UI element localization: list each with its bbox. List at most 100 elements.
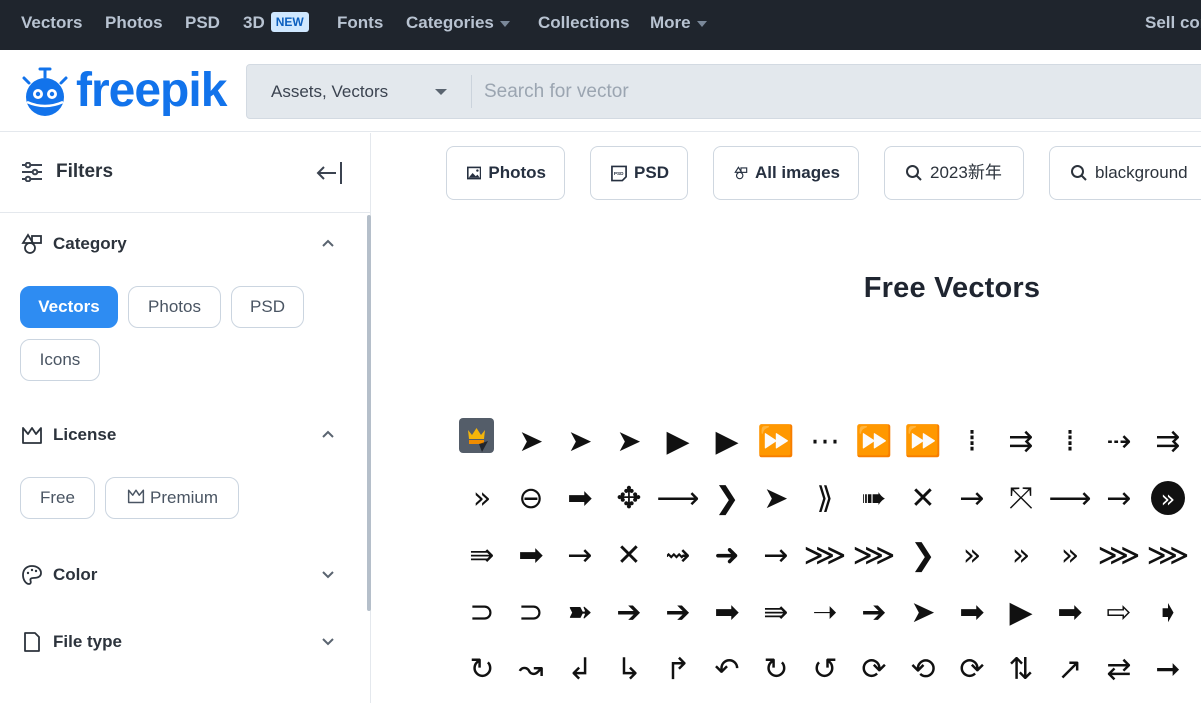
- arrow-glyph-icon: ⋙: [853, 538, 896, 573]
- search-input[interactable]: [472, 65, 1201, 118]
- double-chevron-icon: »: [1161, 485, 1176, 513]
- arrow-glyph-icon: ⇄: [1106, 652, 1131, 687]
- nav-collections[interactable]: Collections: [538, 0, 630, 46]
- file-icon: [24, 632, 40, 652]
- arrow-glyph-icon: ⤧: [1009, 481, 1033, 516]
- search-scope-select[interactable]: Assets, Vectors: [247, 65, 471, 118]
- chevron-up-icon: [322, 430, 334, 438]
- category-chip-photos[interactable]: Photos: [128, 286, 221, 328]
- nav-vectors-label: Vectors: [21, 13, 83, 32]
- license-chip-free[interactable]: Free: [20, 477, 95, 519]
- arrow-glyph-icon: ➡: [567, 481, 592, 516]
- related-pill-all-images[interactable]: All images: [713, 146, 859, 200]
- arrow-glyph-icon: ⏩: [757, 423, 794, 459]
- arrow-glyph-icon: ⋙: [1098, 538, 1141, 573]
- arrow-glyph-icon: ➜: [714, 538, 739, 573]
- filters-title: Filters: [56, 161, 114, 182]
- arrow-glyph-icon: ↳: [616, 652, 641, 687]
- result-thumbnail[interactable]: ➤➤➤▶▶⏩⋯⏩⏩⁞⇉⁞⇢⇉»⊖➡✥⟶❯➤⟫➠✕→⤧⟶→⏵⇛➡→✕⇝➜→⋙⋙❯»…: [458, 417, 1201, 707]
- arrow-glyph-icon: ↻: [469, 652, 494, 687]
- premium-crown-icon: [468, 428, 488, 452]
- nav-fonts[interactable]: Fonts: [337, 0, 383, 46]
- shapes-icon: [21, 233, 42, 254]
- arrow-glyph-icon: ⁞: [1065, 424, 1075, 459]
- chevron-up-icon: [322, 239, 334, 247]
- psd-icon: PSD: [611, 165, 627, 181]
- image-icon: [467, 166, 482, 180]
- arrow-glyph-icon: ↺: [812, 652, 837, 687]
- arrow-glyph-icon: ➡: [714, 595, 739, 630]
- nav-photos[interactable]: Photos: [105, 0, 163, 46]
- arrow-glyph-icon: ✕: [910, 481, 935, 516]
- nav-categories[interactable]: Categories: [406, 0, 510, 46]
- license-section-header[interactable]: License: [0, 421, 366, 451]
- file-type-label: File type: [53, 632, 122, 651]
- freepik-mascot-icon: [22, 67, 68, 116]
- category-chip-icons[interactable]: Icons: [20, 339, 100, 381]
- chevron-down-icon: [322, 638, 334, 646]
- arrow-glyph-icon: ⇛: [469, 538, 494, 573]
- license-chip-premium[interactable]: Premium: [105, 477, 239, 519]
- arrow-glyph-icon: ➤: [763, 481, 788, 516]
- top-navigation: Vectors Photos PSD 3D NEW Fonts Categorie…: [0, 0, 1201, 50]
- arrow-glyph-icon: ↝: [518, 652, 543, 687]
- nav-psd[interactable]: PSD: [185, 0, 220, 46]
- arrow-glyph-icon: ✥: [616, 481, 641, 516]
- pill-label: Photos: [488, 163, 546, 182]
- crown-icon: [22, 427, 42, 444]
- caret-down-icon: [499, 20, 510, 27]
- related-pill-search-blackground[interactable]: blackground: [1049, 146, 1201, 200]
- file-type-section-header[interactable]: File type: [0, 628, 366, 658]
- category-chip-psd[interactable]: PSD: [231, 286, 304, 328]
- nav-vectors[interactable]: Vectors: [21, 0, 82, 46]
- category-section-header[interactable]: Category: [0, 230, 366, 260]
- arrow-glyph-icon: ▶: [715, 424, 738, 459]
- arrow-glyph-icon: ⟳: [959, 652, 984, 687]
- nav-3d[interactable]: 3D NEW: [243, 0, 309, 46]
- arrow-glyph-icon: ➤: [518, 424, 543, 459]
- arrow-glyph-icon: ❯: [910, 538, 935, 573]
- arrow-glyph-icon: »: [1012, 538, 1030, 573]
- filters-header: Filters: [0, 133, 370, 213]
- search-icon: [906, 165, 922, 181]
- arrow-glyph-icon: ⏩: [855, 423, 892, 459]
- arrow-glyph-icon: ⇢: [1106, 424, 1131, 459]
- arrow-glyph-icon: ⋙: [1147, 538, 1190, 573]
- arrow-glyph-icon: ❯: [714, 481, 739, 516]
- arrow-glyph-icon: ⏩: [904, 423, 941, 459]
- category-chip-vectors[interactable]: Vectors: [20, 286, 118, 328]
- nav-more[interactable]: More: [650, 0, 707, 46]
- related-pill-photos[interactable]: Photos: [446, 146, 565, 200]
- arrow-glyph-icon: ➤: [616, 424, 641, 459]
- arrow-glyph-icon: ⇉: [1008, 424, 1033, 459]
- color-section-header[interactable]: Color: [0, 561, 366, 591]
- svg-text:PSD: PSD: [614, 170, 624, 175]
- sidebar-scrollbar[interactable]: [367, 215, 371, 611]
- shapes-icon: [734, 166, 748, 180]
- arrow-glyph-icon: ⋯: [810, 424, 840, 459]
- pill-label: All images: [754, 163, 840, 182]
- nav-sell-content[interactable]: Sell content: [1145, 0, 1201, 46]
- arrow-glyph-icon: ▶: [666, 424, 689, 459]
- arrow-glyph-icon: →: [959, 481, 984, 516]
- search-scope-value: Assets, Vectors: [271, 82, 389, 101]
- chip-label: Free: [40, 488, 75, 507]
- new-badge: NEW: [270, 12, 309, 32]
- collapse-sidebar-icon[interactable]: [316, 160, 344, 186]
- arrow-glyph-icon: »: [963, 538, 981, 573]
- arrow-glyph-icon: ⇅: [1008, 652, 1033, 687]
- freepik-logo[interactable]: freepik: [20, 63, 227, 119]
- category-label: Category: [53, 234, 127, 253]
- nav-collections-label: Collections: [538, 13, 630, 32]
- arrow-glyph-icon: ↱: [665, 652, 690, 687]
- arrow-glyph-icon: ⟶: [656, 481, 699, 516]
- arrow-glyph-icon: ⟫: [817, 481, 834, 516]
- related-pill-psd[interactable]: PSD PSD: [590, 146, 688, 200]
- related-pill-search-2023[interactable]: 2023新年: [884, 146, 1024, 200]
- palette-icon: [22, 565, 42, 585]
- nav-fonts-label: Fonts: [337, 13, 384, 32]
- arrow-glyph-icon: ➠: [861, 481, 886, 516]
- arrow-glyph-icon: ➞: [1155, 652, 1180, 687]
- caret-down-icon: [696, 20, 707, 27]
- caret-down-icon: [435, 89, 447, 95]
